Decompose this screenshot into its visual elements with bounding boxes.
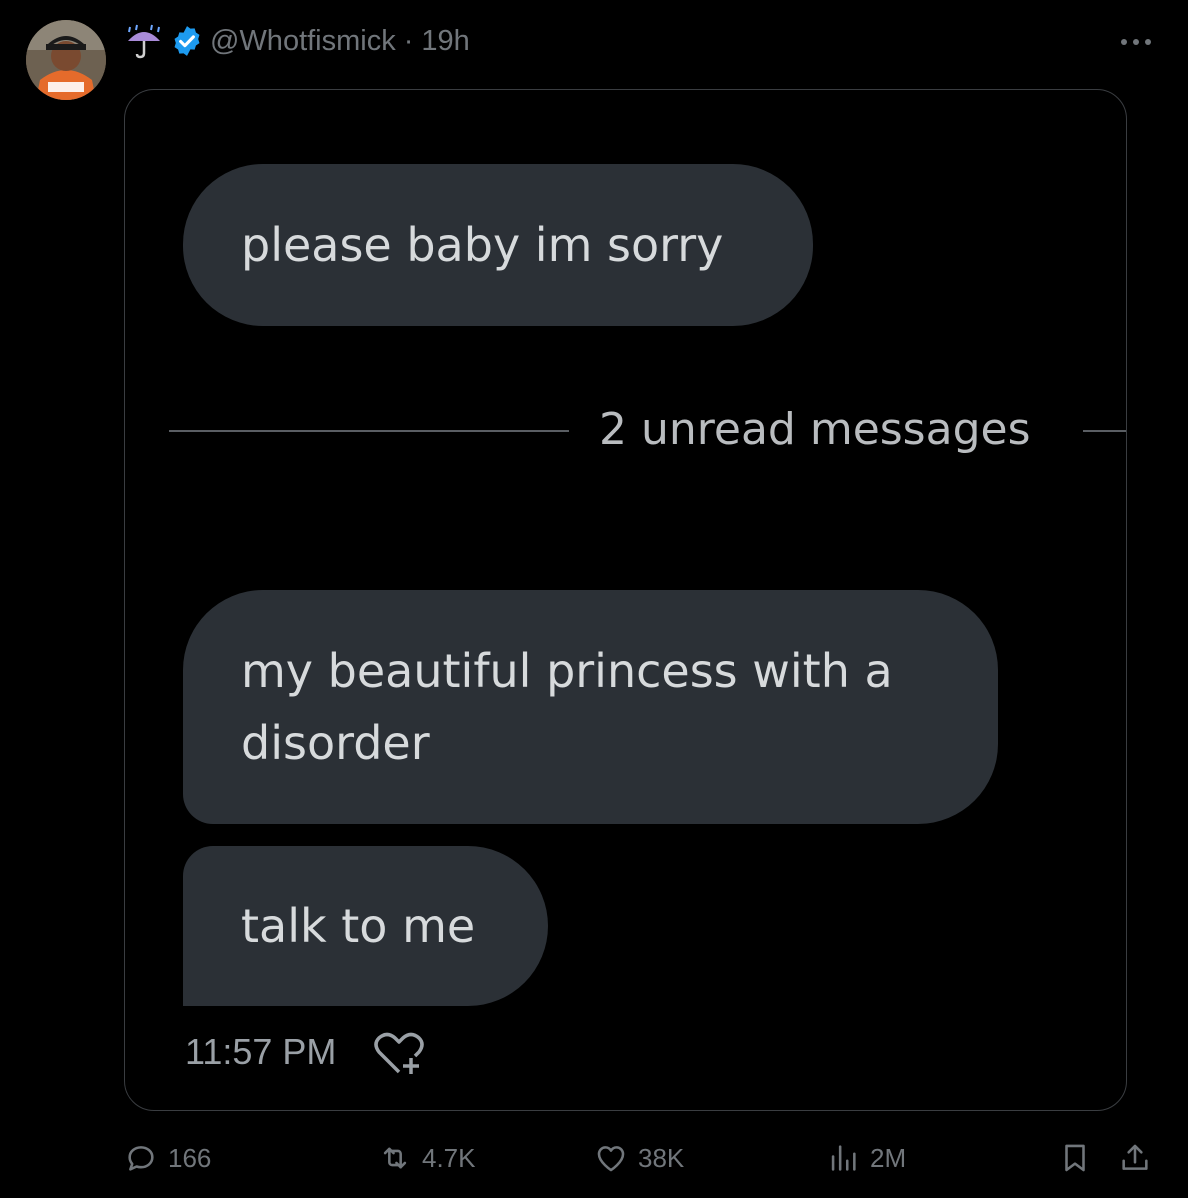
bookmark-button[interactable] xyxy=(1058,1136,1092,1180)
unread-label: 2 unread messages xyxy=(599,404,1031,455)
media-image[interactable]: please baby im sorry 2 unread messages m… xyxy=(124,89,1127,1111)
message-text: my beautiful princess with a disorder xyxy=(241,644,893,770)
avatar[interactable] xyxy=(26,20,106,100)
repost-count: 4.7K xyxy=(422,1142,476,1173)
more-options-icon[interactable] xyxy=(1116,30,1156,54)
repost-button[interactable]: 4.7K xyxy=(378,1136,476,1180)
avatar-image xyxy=(26,20,106,100)
tweet: @Whotfismick · 19h please baby im sorry … xyxy=(0,0,1188,1198)
views-chart-icon xyxy=(831,1145,856,1171)
message-bubble-3: talk to me xyxy=(183,846,548,1006)
post-header: @Whotfismick · 19h xyxy=(124,20,470,62)
reply-icon xyxy=(128,1146,154,1171)
message-text: please baby im sorry xyxy=(241,218,724,272)
heart-plus-icon xyxy=(374,1032,424,1074)
post-time[interactable]: 19h xyxy=(421,25,469,58)
umbrella-with-rain-icon xyxy=(128,24,160,59)
separator-dot: · xyxy=(403,24,414,57)
user-handle[interactable]: @Whotfismick xyxy=(210,25,396,58)
share-button[interactable] xyxy=(1118,1136,1152,1180)
message-text: talk to me xyxy=(241,899,476,953)
message-bubble-2: my beautiful princess with a disorder xyxy=(183,590,998,824)
message-bubble-1: please baby im sorry xyxy=(183,164,813,326)
reply-count: 166 xyxy=(168,1142,212,1173)
divider-right xyxy=(1083,430,1126,432)
like-count: 38K xyxy=(638,1142,685,1173)
verified-badge-icon xyxy=(174,26,200,56)
views-button[interactable]: 2M xyxy=(826,1136,906,1180)
reply-button[interactable]: 166 xyxy=(124,1136,211,1180)
message-timestamp: 11:57 PM xyxy=(185,1031,337,1072)
share-icon xyxy=(1122,1144,1148,1170)
heart-icon xyxy=(597,1146,625,1172)
like-button[interactable]: 38K xyxy=(594,1136,684,1180)
views-count: 2M xyxy=(870,1142,907,1173)
divider-left xyxy=(169,430,569,432)
bookmark-icon xyxy=(1065,1144,1085,1172)
action-bar: 166 4.7K 38K 2M xyxy=(124,1136,1164,1180)
repost-icon xyxy=(383,1147,407,1169)
